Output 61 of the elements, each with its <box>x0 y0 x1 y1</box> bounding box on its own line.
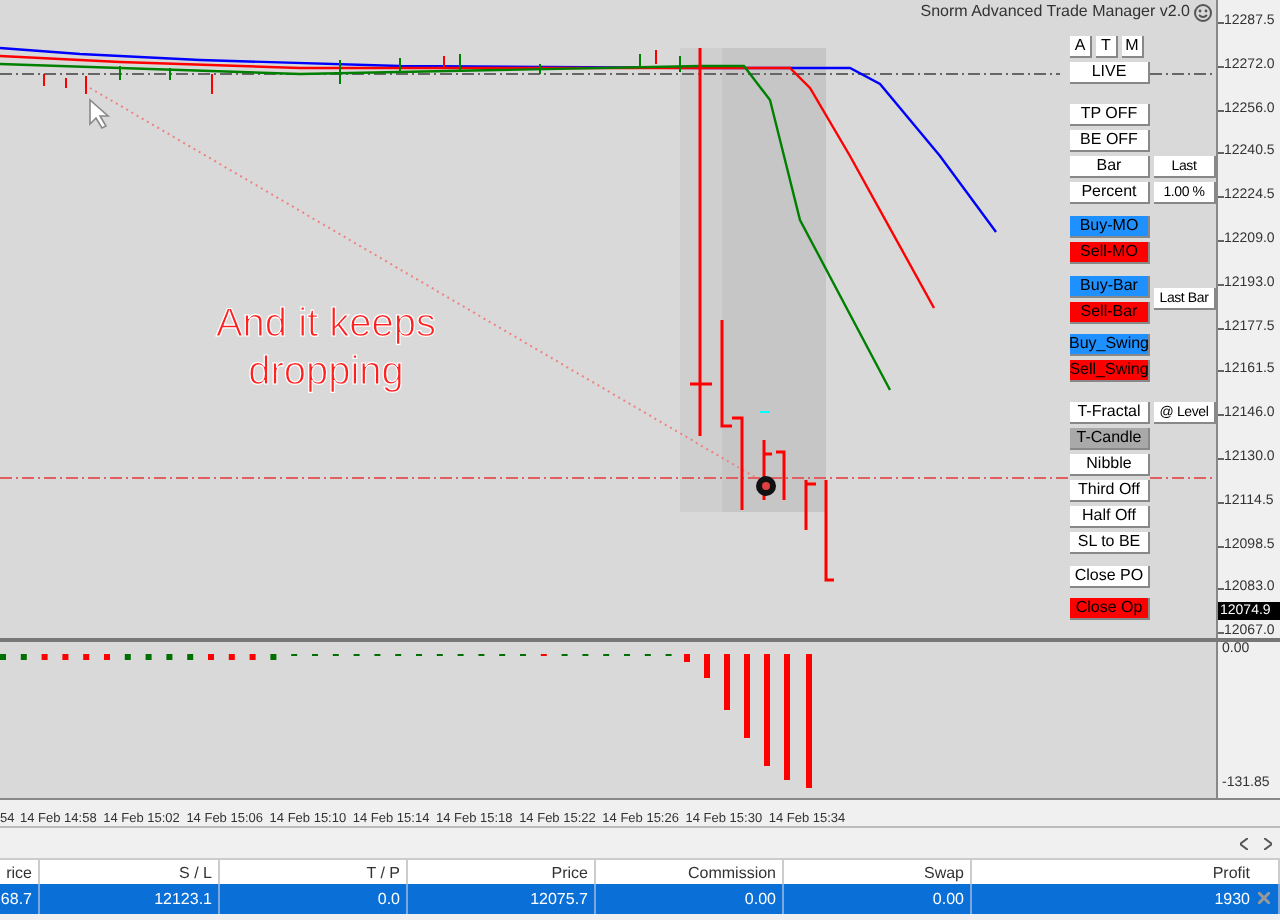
histogram-bar <box>724 654 730 710</box>
order-marker-icon <box>756 476 776 496</box>
histogram-bar <box>187 654 194 660</box>
histogram-bar <box>784 654 790 780</box>
table-cell: 12123.1 <box>40 884 220 914</box>
panel-button[interactable]: A <box>1070 36 1092 58</box>
panel-button[interactable]: TP OFF <box>1070 104 1150 126</box>
histogram-bar <box>208 654 214 660</box>
histogram-bar <box>806 654 812 788</box>
chart-annotation: And it keeps dropping <box>213 300 439 396</box>
histogram-bar <box>124 654 131 660</box>
histogram-bar <box>270 654 277 660</box>
panel-button[interactable]: Buy-MO <box>1070 216 1150 238</box>
table-cell: 12075.7 <box>408 884 596 914</box>
table-cell: 0.00 <box>784 884 972 914</box>
panel-button[interactable]: Sell_Swing <box>1070 360 1150 382</box>
histogram-bar <box>764 654 770 766</box>
histogram-bar <box>228 654 235 660</box>
panel-button[interactable]: Bar <box>1070 156 1150 178</box>
histogram-bar <box>104 654 110 660</box>
table-cell: 0.00 <box>596 884 784 914</box>
histogram-bar <box>145 654 152 660</box>
histogram-bar <box>684 654 690 662</box>
histogram-bar <box>704 654 710 678</box>
panel-button[interactable]: SL to BE <box>1070 532 1150 554</box>
panel-button[interactable]: Close PO <box>1070 566 1150 588</box>
panel-button[interactable]: Sell-Bar <box>1070 302 1150 324</box>
histogram-bar <box>41 654 48 660</box>
panel-button[interactable]: Nibble <box>1070 454 1150 476</box>
panel-button[interactable]: LIVE <box>1070 62 1150 84</box>
panel-button[interactable]: M <box>1122 36 1144 58</box>
candle <box>824 480 834 582</box>
mouse-cursor-icon <box>89 98 111 130</box>
price-mark <box>759 411 771 413</box>
histogram-bar <box>166 654 173 660</box>
panel-button[interactable]: Buy-Bar <box>1070 276 1150 298</box>
table-cell: 68.7 <box>0 884 40 914</box>
histogram-bar <box>249 654 256 660</box>
scroll-left-icon[interactable] <box>1240 837 1248 849</box>
smiley-icon <box>1194 3 1212 21</box>
panel-button[interactable]: Buy_Swing <box>1070 334 1150 356</box>
histogram-bar <box>20 654 27 660</box>
panel-button[interactable]: T-Candle <box>1070 428 1150 450</box>
table-cell: 0.0 <box>220 884 408 914</box>
panel-button[interactable]: Close Op <box>1070 598 1150 620</box>
panel-button[interactable]: T <box>1096 36 1118 58</box>
histogram-bar <box>0 654 6 660</box>
panel-button[interactable]: T-Fractal <box>1070 402 1150 424</box>
panel-button[interactable]: Percent <box>1070 182 1150 204</box>
table-row[interactable]: 68.7 12123.1 0.0 12075.7 0.00 0.00 1930 <box>0 884 1280 914</box>
panel-button[interactable]: Half Off <box>1070 506 1150 528</box>
candle <box>804 478 818 532</box>
panel-button[interactable]: BE OFF <box>1070 130 1150 152</box>
table-cell: 1930 <box>972 884 1280 914</box>
indicator-title: Snorm Advanced Trade Manager v2.0 <box>920 0 1190 24</box>
panel-button[interactable]: Sell-MO <box>1070 242 1150 264</box>
histogram-bar <box>62 654 69 660</box>
scroll-right-icon[interactable] <box>1264 837 1272 849</box>
histogram-bar <box>744 654 750 738</box>
histogram-bar <box>83 654 90 660</box>
panel-button[interactable]: Third Off <box>1070 480 1150 502</box>
